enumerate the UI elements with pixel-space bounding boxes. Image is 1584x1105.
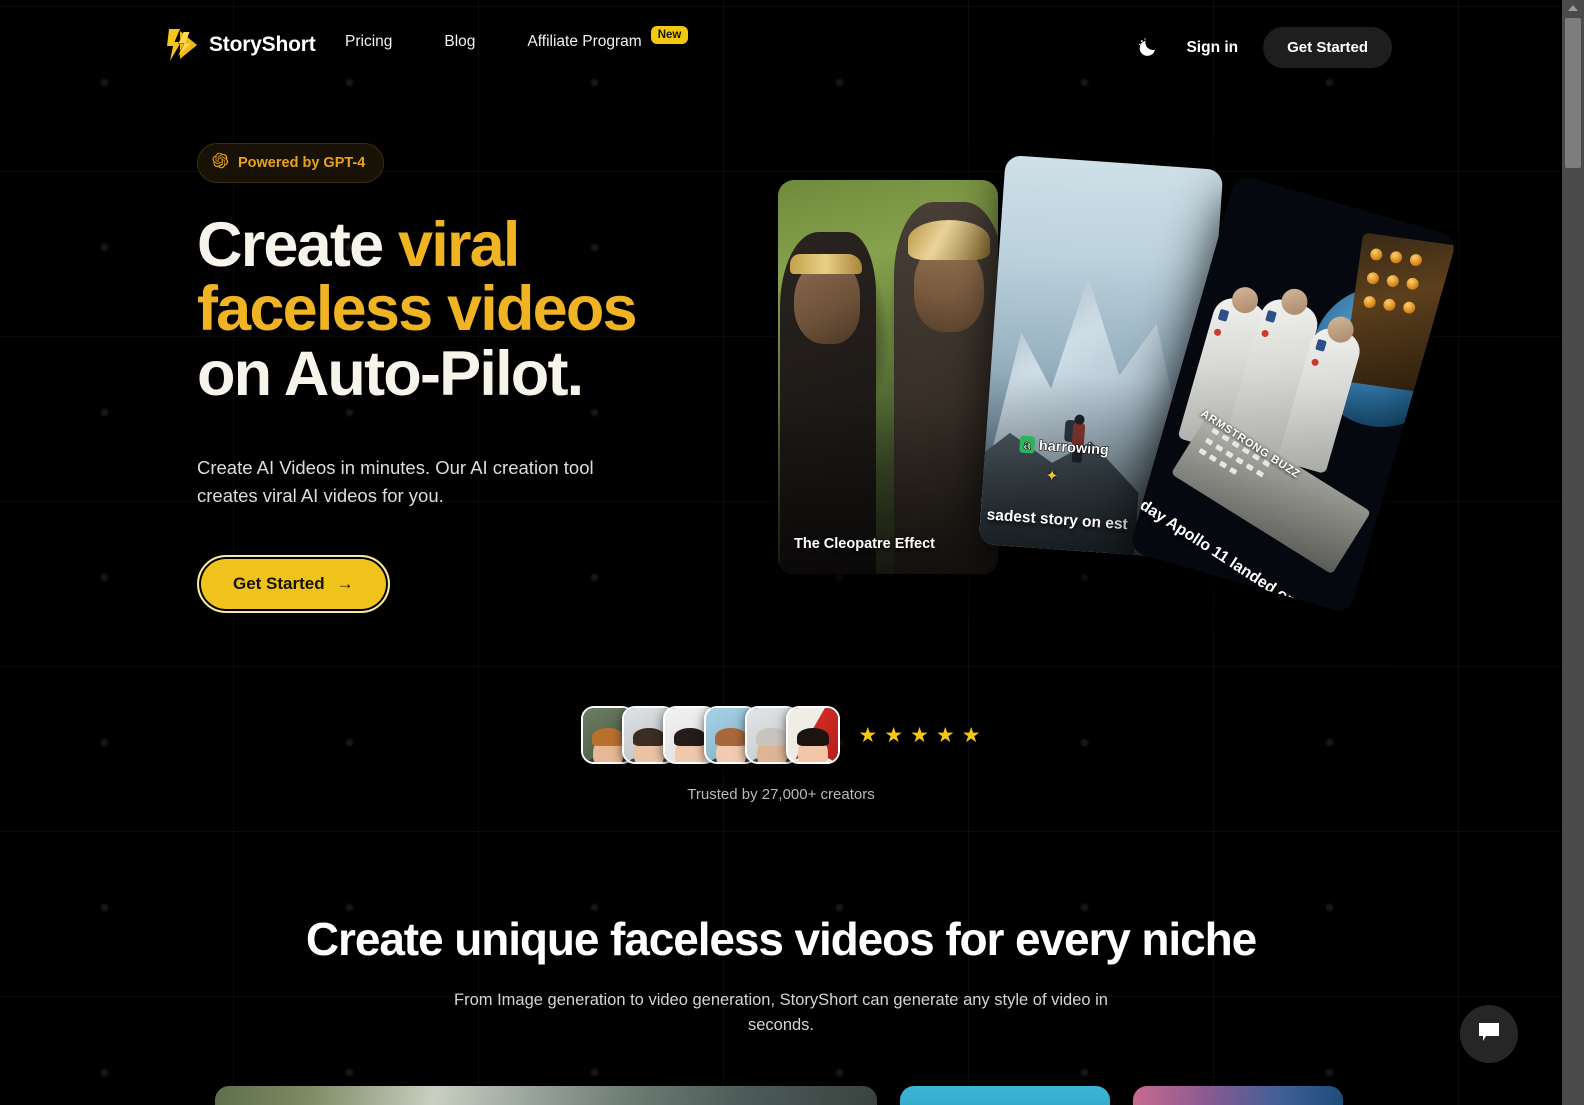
- nav-links: Pricing Blog Affiliate Program New: [345, 26, 689, 51]
- avatar-group: [581, 706, 841, 764]
- mountain-subtitle-highlight: a: [1019, 435, 1036, 454]
- hero-left-column: Powered by GPT-4 Create viral faceless v…: [197, 143, 757, 614]
- chat-bubble-icon: [1477, 1021, 1501, 1048]
- cleopatra-helmet-right: [908, 220, 990, 260]
- hero-subtitle: Create AI Videos in minutes. Our AI crea…: [197, 456, 594, 507]
- video-card-cleopatra[interactable]: The Cleopatre Effect: [778, 180, 998, 574]
- hero-video-card-stack: The Cleopatre Effect a harrowing ✦ sades…: [760, 150, 1460, 650]
- niche-card-1[interactable]: [215, 1086, 877, 1105]
- avatar-6[interactable]: [786, 706, 841, 764]
- niche-card-strip: [0, 1086, 1562, 1105]
- hero-title-line1-plain: Create: [197, 210, 399, 280]
- hero-title-line2-accent: faceless videos: [197, 274, 638, 345]
- star-icon: ★: [935, 723, 955, 747]
- niche-section: Create unique faceless videos for every …: [0, 912, 1562, 1038]
- star-icon: ★: [858, 723, 878, 747]
- hero-title-line3-plain: on Auto-Pilot.: [197, 338, 584, 409]
- powered-by-gpt4-badge[interactable]: Powered by GPT-4: [197, 143, 385, 183]
- star-icon: ★: [910, 723, 929, 747]
- niche-section-title: Create unique faceless videos for every …: [305, 913, 1257, 965]
- openai-logo-icon: [212, 152, 229, 174]
- gpt-badge-text: Powered by GPT-4: [238, 155, 366, 171]
- nav-badge-new[interactable]: New: [650, 26, 689, 44]
- spacecraft-switch-panel: [1342, 232, 1458, 395]
- trusted-by-text: Trusted by 27,000+ creators: [687, 786, 875, 803]
- brand-name: StoryShort: [209, 33, 316, 56]
- social-proof-section: ★ ★ ★ ★ ★ Trusted by 27,000+ creators: [0, 706, 1562, 803]
- niche-card-3[interactable]: [1133, 1086, 1343, 1105]
- star-icon: ★: [884, 723, 904, 747]
- page-scrollbar[interactable]: [1562, 0, 1584, 1105]
- scrollbar-thumb[interactable]: [1565, 18, 1581, 168]
- nav-get-started-button[interactable]: Get Started: [1263, 27, 1392, 68]
- rating-stars: ★ ★ ★ ★ ★: [858, 725, 980, 746]
- arrow-right-icon: →: [336, 574, 354, 594]
- sparkle-icon: ✦: [1044, 467, 1059, 486]
- nav-link-affiliate[interactable]: Affiliate Program: [527, 33, 641, 51]
- hero-title-line1-accent: viral: [398, 210, 520, 280]
- scrollbar-up-arrow-icon[interactable]: [1568, 5, 1578, 11]
- star-icon: ★: [961, 723, 981, 747]
- video-card-cleopatra-caption: The Cleopatre Effect: [794, 536, 935, 552]
- nav-link-blog[interactable]: Blog: [444, 33, 475, 51]
- play-lightning-icon: [166, 27, 200, 63]
- chat-widget-button[interactable]: [1460, 1005, 1518, 1063]
- hero-title: Create viral faceless videos on Auto-Pil…: [197, 213, 757, 406]
- page-root: StoryShort Pricing Blog Affiliate Progra…: [0, 0, 1584, 1105]
- social-proof-row: ★ ★ ★ ★ ★: [581, 706, 981, 764]
- niche-section-subtitle: From Image generation to video generatio…: [454, 991, 1108, 1034]
- top-navbar: StoryShort Pricing Blog Affiliate Progra…: [0, 0, 1562, 92]
- hero-get-started-button[interactable]: Get Started →: [197, 555, 390, 614]
- hero-cta-label: Get Started: [233, 574, 325, 594]
- niche-card-2[interactable]: [900, 1086, 1110, 1105]
- nav-right-group: Sign in Get Started: [1130, 27, 1392, 68]
- moon-stars-icon[interactable]: [1130, 31, 1164, 65]
- brand-logo-group[interactable]: StoryShort: [166, 27, 316, 63]
- cleopatra-crown-left: [790, 254, 862, 274]
- nav-link-pricing[interactable]: Pricing: [345, 33, 392, 51]
- sign-in-link[interactable]: Sign in: [1186, 39, 1238, 57]
